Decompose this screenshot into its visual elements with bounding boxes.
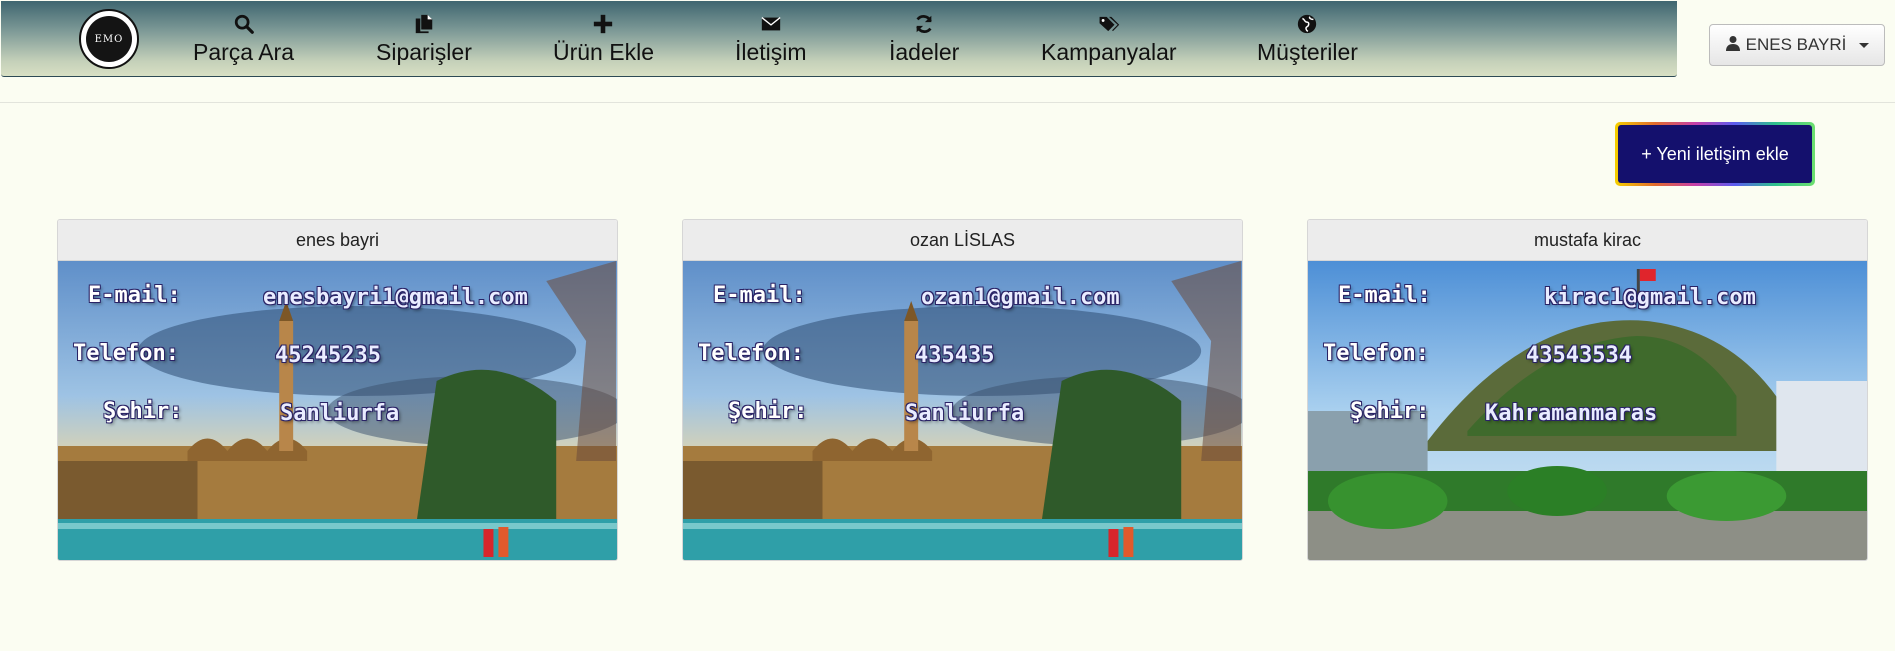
documents-icon — [376, 13, 472, 39]
email-label: E-mail: — [713, 283, 806, 308]
contact-card: enes bayri E-mail: enesbayri1@gmail.com … — [57, 219, 618, 561]
city-label: Şehir: — [1350, 399, 1430, 424]
email-label: E-mail: — [1338, 283, 1431, 308]
nav-item-kampanyalar[interactable]: Kampanyalar — [1041, 13, 1177, 65]
email-value: kirac1@gmail.com — [1544, 285, 1756, 310]
phone-label: Telefon: — [1323, 341, 1429, 366]
phone-label: Telefon: — [698, 341, 804, 366]
logo-emblem: EMO — [86, 16, 132, 62]
add-contact-label: + Yeni iletişim ekle — [1618, 125, 1812, 183]
contact-name: mustafa kirac — [1308, 220, 1867, 261]
user-menu-button[interactable]: ENES BAYRİ — [1709, 24, 1885, 66]
plus-icon — [553, 13, 654, 39]
nav-item-label: Ürün Ekle — [553, 39, 654, 65]
city-label: Şehir: — [728, 399, 808, 424]
chevron-down-icon — [1859, 42, 1870, 48]
contact-card: ozan LİSLAS E-mail: ozan1@gmail.com Tele… — [682, 219, 1243, 561]
nav-item-label: Siparişler — [376, 39, 472, 65]
top-navbar: EMO Parça Ara Siparişler Ürün Ekle İleti… — [1, 1, 1677, 77]
user-icon — [1725, 35, 1741, 56]
nav-item-label: Kampanyalar — [1041, 39, 1177, 65]
logo-text: EMO — [94, 33, 124, 45]
nav-item-label: Parça Ara — [193, 39, 294, 65]
email-label: E-mail: — [88, 283, 181, 308]
contact-card: mustafa kirac E-mail: kirac1@gmail.com T… — [1307, 219, 1868, 561]
phone-value: 45245235 — [275, 343, 381, 368]
divider — [0, 102, 1895, 103]
phone-label: Telefon: — [73, 341, 179, 366]
nav-item-parca-ara[interactable]: Parça Ara — [193, 13, 294, 65]
nav-item-label: İletişim — [735, 39, 807, 65]
user-name: ENES BAYRİ — [1745, 35, 1847, 54]
city-label: Şehir: — [103, 399, 183, 424]
city-value: Sanliurfa — [905, 401, 1025, 426]
nav-item-iletisim[interactable]: İletişim — [735, 13, 807, 65]
city-background-image: E-mail: kirac1@gmail.com Telefon: 435435… — [1308, 261, 1867, 560]
contact-name: enes bayri — [58, 220, 617, 261]
phone-value: 43543534 — [1526, 343, 1632, 368]
globe-icon — [1257, 13, 1358, 39]
search-icon — [193, 13, 294, 39]
city-background-image: E-mail: enesbayri1@gmail.com Telefon: 45… — [58, 261, 617, 560]
nav-item-musteriler[interactable]: Müşteriler — [1257, 13, 1358, 65]
email-value: ozan1@gmail.com — [921, 285, 1120, 310]
nav-item-label: Müşteriler — [1257, 39, 1358, 65]
contact-name: ozan LİSLAS — [683, 220, 1242, 261]
city-background-image: E-mail: ozan1@gmail.com Telefon: 435435 … — [683, 261, 1242, 560]
nav-item-label: İadeler — [889, 39, 960, 65]
brand-logo[interactable]: EMO — [79, 9, 139, 69]
tags-icon — [1041, 13, 1177, 39]
envelope-icon — [735, 13, 807, 39]
nav-item-iadeler[interactable]: İadeler — [889, 13, 959, 65]
refresh-icon — [889, 13, 959, 39]
nav-item-siparisler[interactable]: Siparişler — [376, 13, 472, 65]
phone-value: 435435 — [915, 343, 995, 368]
add-contact-button[interactable]: + Yeni iletişim ekle — [1615, 122, 1815, 186]
email-value: enesbayri1@gmail.com — [263, 285, 528, 310]
nav-item-urun-ekle[interactable]: Ürün Ekle — [553, 13, 654, 65]
city-value: Sanliurfa — [280, 401, 400, 426]
city-value: Kahramanmaras — [1485, 401, 1658, 426]
